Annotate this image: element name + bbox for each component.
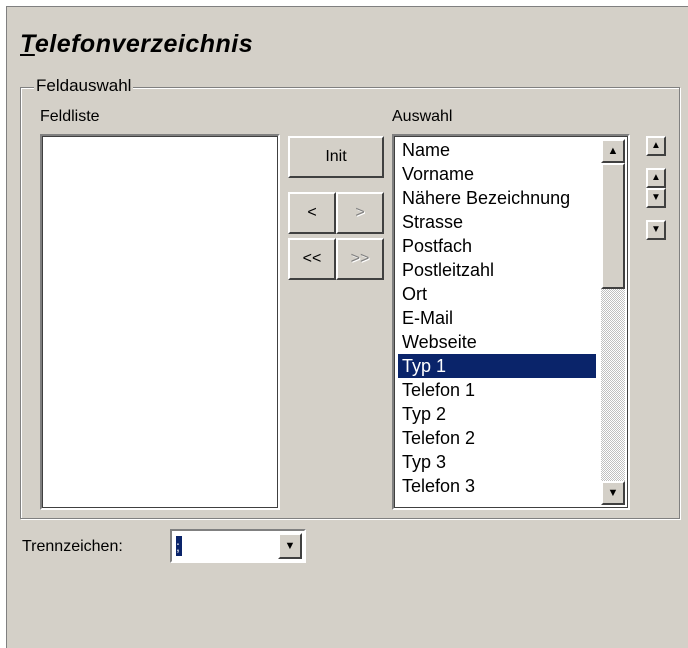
move-down-icon: ▼ bbox=[651, 192, 661, 203]
selection-list-box[interactable]: Name Vorname Nähere Bezeichnung Strasse … bbox=[392, 134, 630, 510]
scroll-down-icon[interactable]: ▼ bbox=[601, 481, 625, 505]
move-to-bottom-icon: ▼ bbox=[651, 224, 661, 235]
selection-label: Auswahl bbox=[392, 108, 453, 125]
list-item[interactable]: Nähere Bezeichnung bbox=[398, 186, 596, 210]
move-up-button[interactable]: ▲ bbox=[646, 168, 666, 188]
move-to-top-button[interactable]: ▲ bbox=[646, 136, 666, 156]
list-item[interactable]: Name bbox=[398, 138, 596, 162]
add-all-button[interactable]: >> bbox=[336, 238, 384, 280]
list-item[interactable]: Postleitzahl bbox=[398, 258, 596, 282]
move-down-button[interactable]: ▼ bbox=[646, 188, 666, 208]
field-selection-group-label: Feldauswahl bbox=[34, 76, 134, 96]
list-item[interactable]: Typ 2 bbox=[398, 402, 596, 426]
list-item[interactable]: Telefon 3 bbox=[398, 474, 596, 498]
list-item-selected[interactable]: Typ 1 bbox=[398, 354, 596, 378]
selection-list-items: Name Vorname Nähere Bezeichnung Strasse … bbox=[398, 138, 596, 498]
move-up-icon: ▲ bbox=[651, 172, 661, 183]
init-button[interactable]: Init bbox=[288, 136, 384, 178]
separator-label: Trennzeichen: bbox=[22, 538, 123, 555]
list-item[interactable]: Telefon 1 bbox=[398, 378, 596, 402]
separator-combobox[interactable]: ; ▼ bbox=[170, 529, 306, 563]
list-item[interactable]: Webseite bbox=[398, 330, 596, 354]
remove-field-button[interactable]: < bbox=[288, 192, 336, 234]
list-item[interactable]: E-Mail bbox=[398, 306, 596, 330]
scroll-thumb[interactable] bbox=[601, 163, 625, 289]
list-item[interactable]: Postfach bbox=[398, 234, 596, 258]
field-list-box[interactable] bbox=[40, 134, 280, 510]
list-item[interactable]: Typ 3 bbox=[398, 450, 596, 474]
scroll-up-icon[interactable]: ▲ bbox=[601, 139, 625, 163]
list-item[interactable]: Ort bbox=[398, 282, 596, 306]
add-field-button[interactable]: > bbox=[336, 192, 384, 234]
field-list-label: Feldliste bbox=[40, 108, 100, 125]
chevron-down-icon[interactable]: ▼ bbox=[278, 533, 302, 559]
list-item[interactable]: Vorname bbox=[398, 162, 596, 186]
separator-value: ; bbox=[176, 536, 182, 556]
move-to-bottom-button[interactable]: ▼ bbox=[646, 220, 666, 240]
list-item[interactable]: Strasse bbox=[398, 210, 596, 234]
page-title: Telefonverzeichnis bbox=[20, 30, 254, 58]
remove-all-button[interactable]: << bbox=[288, 238, 336, 280]
move-to-top-icon: ▲ bbox=[651, 140, 661, 151]
selection-scrollbar[interactable]: ▲ ▼ bbox=[601, 139, 625, 505]
list-item[interactable]: Telefon 2 bbox=[398, 426, 596, 450]
